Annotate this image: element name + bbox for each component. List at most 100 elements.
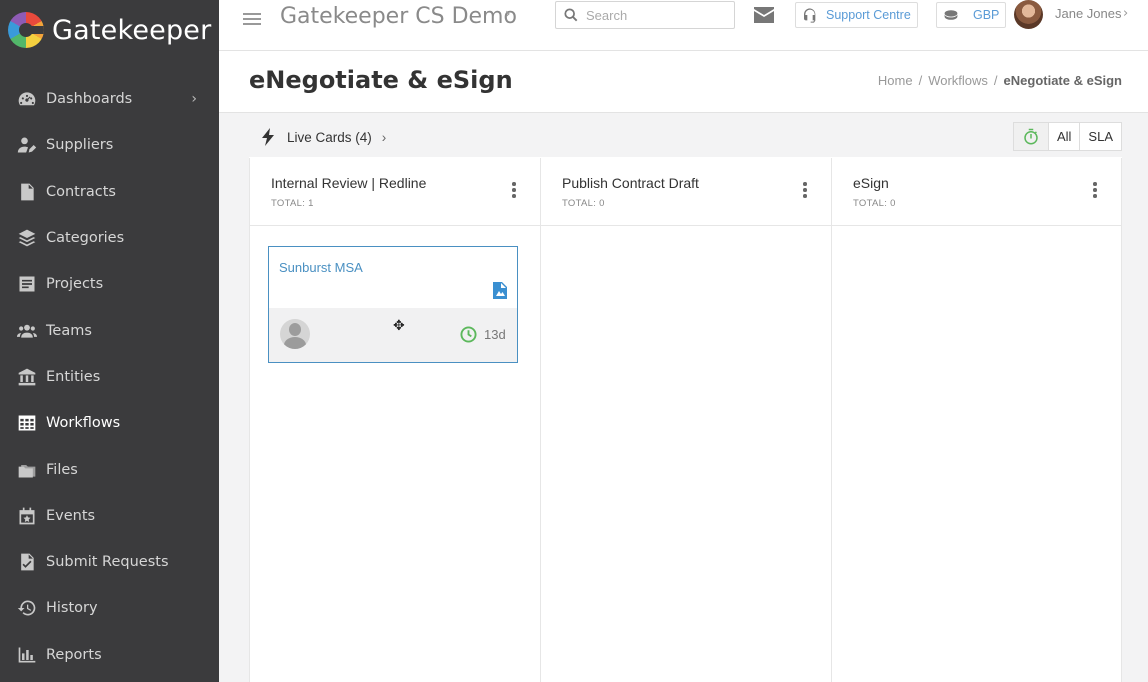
document-icon[interactable] xyxy=(493,282,507,303)
user-avatar[interactable] xyxy=(1014,0,1043,29)
projects-icon xyxy=(16,273,38,295)
stopwatch-icon xyxy=(1024,128,1038,144)
app-logo[interactable]: Gatekeeper xyxy=(8,10,211,50)
sidebar-item-label: History xyxy=(46,600,98,617)
breadcrumb-home[interactable]: Home xyxy=(878,73,913,88)
sidebar-item-label: Submit Requests xyxy=(46,554,169,571)
lightning-icon xyxy=(262,128,274,146)
column-header: Internal Review | Redline TOTAL: 1 xyxy=(250,158,540,226)
search-icon xyxy=(564,8,578,22)
topbar: Gatekeeper CS Demo › Support Centre GBP … xyxy=(219,0,1148,51)
sla-filter-group: All SLA xyxy=(1012,122,1122,151)
dashboard-icon xyxy=(16,88,38,110)
org-title[interactable]: Gatekeeper CS Demo xyxy=(280,4,517,29)
card-footer: ✥ 13d xyxy=(269,308,517,362)
card-title[interactable]: Sunburst MSA xyxy=(279,260,363,275)
logo-text: Gatekeeper xyxy=(52,14,212,46)
search-input[interactable] xyxy=(586,7,726,23)
chevron-right-icon: › xyxy=(191,91,197,108)
sidebar-item-workflows[interactable]: Workflows xyxy=(0,400,219,446)
bar-chart-icon xyxy=(16,644,38,666)
live-cards-label: Live Cards (4) xyxy=(287,129,372,145)
sidebar-item-entities[interactable]: Entities xyxy=(0,354,219,400)
teams-icon xyxy=(16,320,38,342)
workflow-board: Live Cards (4) › All SLA Internal Review… xyxy=(249,119,1122,682)
sidebar-item-label: Dashboards xyxy=(46,91,133,108)
column-total: TOTAL: 0 xyxy=(562,198,605,209)
drag-handle-icon[interactable]: ✥ xyxy=(393,318,405,334)
board-column-internal-review: Internal Review | Redline TOTAL: 1 Sunbu… xyxy=(249,158,540,682)
folder-icon xyxy=(16,459,38,481)
sidebar-item-suppliers[interactable]: Suppliers xyxy=(0,122,219,168)
timer-filter-button[interactable] xyxy=(1013,123,1048,150)
contracts-icon xyxy=(16,181,38,203)
support-centre-label: Support Centre xyxy=(826,8,911,22)
gatekeeper-logo-icon xyxy=(8,12,44,48)
sidebar-item-label: Suppliers xyxy=(46,137,114,154)
headset-icon xyxy=(804,8,816,23)
currency-button[interactable]: GBP xyxy=(936,2,1007,28)
breadcrumb: Home / Workflows / eNegotiate & eSign xyxy=(878,73,1122,88)
sidebar-item-teams[interactable]: Teams xyxy=(0,307,219,353)
sidebar-item-contracts[interactable]: Contracts xyxy=(0,169,219,215)
column-title: Internal Review | Redline xyxy=(271,175,427,191)
column-title: eSign xyxy=(853,175,889,191)
sidebar-item-label: Workflows xyxy=(46,415,121,432)
check-doc-icon xyxy=(16,551,38,573)
search-box[interactable] xyxy=(555,1,735,29)
calendar-icon xyxy=(16,505,38,527)
board-toolbar: Live Cards (4) › All SLA xyxy=(249,119,1122,157)
chevron-right-icon: › xyxy=(381,129,387,145)
column-menu-icon[interactable] xyxy=(803,182,807,200)
column-menu-icon[interactable] xyxy=(512,182,516,200)
chevron-right-icon[interactable]: › xyxy=(505,6,511,22)
sidebar-item-label: Reports xyxy=(46,646,102,663)
page-header: eNegotiate & eSign Home / Workflows / eN… xyxy=(219,51,1148,113)
board-columns: Internal Review | Redline TOTAL: 1 Sunbu… xyxy=(249,158,1122,682)
sidebar-item-submit-requests[interactable]: Submit Requests xyxy=(0,539,219,585)
layers-icon xyxy=(16,227,38,249)
sidebar-item-files[interactable]: Files xyxy=(0,446,219,492)
sidebar-item-label: Events xyxy=(46,507,96,524)
breadcrumb-current: eNegotiate & eSign xyxy=(1003,73,1122,88)
column-title: Publish Contract Draft xyxy=(562,175,699,191)
sidebar-item-label: Files xyxy=(46,461,78,478)
workflow-card[interactable]: Sunburst MSA ✥ 13d xyxy=(268,246,518,363)
sidebar-item-events[interactable]: Events xyxy=(0,493,219,539)
page-title: eNegotiate & eSign xyxy=(249,66,513,94)
table-icon xyxy=(16,412,38,434)
hamburger-menu-icon[interactable] xyxy=(243,10,261,28)
sidebar-item-dashboards[interactable]: Dashboards › xyxy=(0,76,219,122)
board-column-publish-contract-draft: Publish Contract Draft TOTAL: 0 xyxy=(540,158,831,682)
suppliers-icon xyxy=(16,134,38,156)
sidebar-item-categories[interactable]: Categories xyxy=(0,215,219,261)
board-column-esign: eSign TOTAL: 0 xyxy=(831,158,1122,682)
sidebar-item-label: Entities xyxy=(46,368,101,385)
sidebar-item-label: Projects xyxy=(46,276,104,293)
chevron-right-icon[interactable]: › xyxy=(1123,6,1128,21)
breadcrumb-separator: / xyxy=(918,73,923,88)
filter-all-button[interactable]: All xyxy=(1047,123,1080,150)
sidebar-item-history[interactable]: History xyxy=(0,585,219,631)
breadcrumb-workflows[interactable]: Workflows xyxy=(928,73,988,88)
live-cards-toggle[interactable]: Live Cards (4) › xyxy=(261,128,386,146)
assignee-avatar[interactable] xyxy=(280,319,310,349)
bank-icon xyxy=(16,366,38,388)
sidebar-item-label: Teams xyxy=(46,322,92,339)
column-total: TOTAL: 1 xyxy=(271,198,314,209)
filter-sla-button[interactable]: SLA xyxy=(1079,123,1121,150)
sidebar-item-label: Categories xyxy=(46,230,125,247)
currency-label: GBP xyxy=(973,8,1000,22)
coins-icon xyxy=(944,10,958,20)
user-name[interactable]: Jane Jones xyxy=(1055,6,1122,21)
sidebar-item-reports[interactable]: Reports xyxy=(0,632,219,678)
column-menu-icon[interactable] xyxy=(1093,182,1097,200)
column-header: eSign TOTAL: 0 xyxy=(832,158,1121,226)
card-days-elapsed: 13d xyxy=(484,327,506,342)
sidebar-item-projects[interactable]: Projects xyxy=(0,261,219,307)
sidebar-nav: Dashboards › Suppliers Contracts Categor… xyxy=(0,76,219,678)
support-centre-button[interactable]: Support Centre xyxy=(795,2,918,28)
clock-icon xyxy=(460,326,477,347)
mail-icon[interactable] xyxy=(754,7,774,27)
column-total: TOTAL: 0 xyxy=(853,198,896,209)
